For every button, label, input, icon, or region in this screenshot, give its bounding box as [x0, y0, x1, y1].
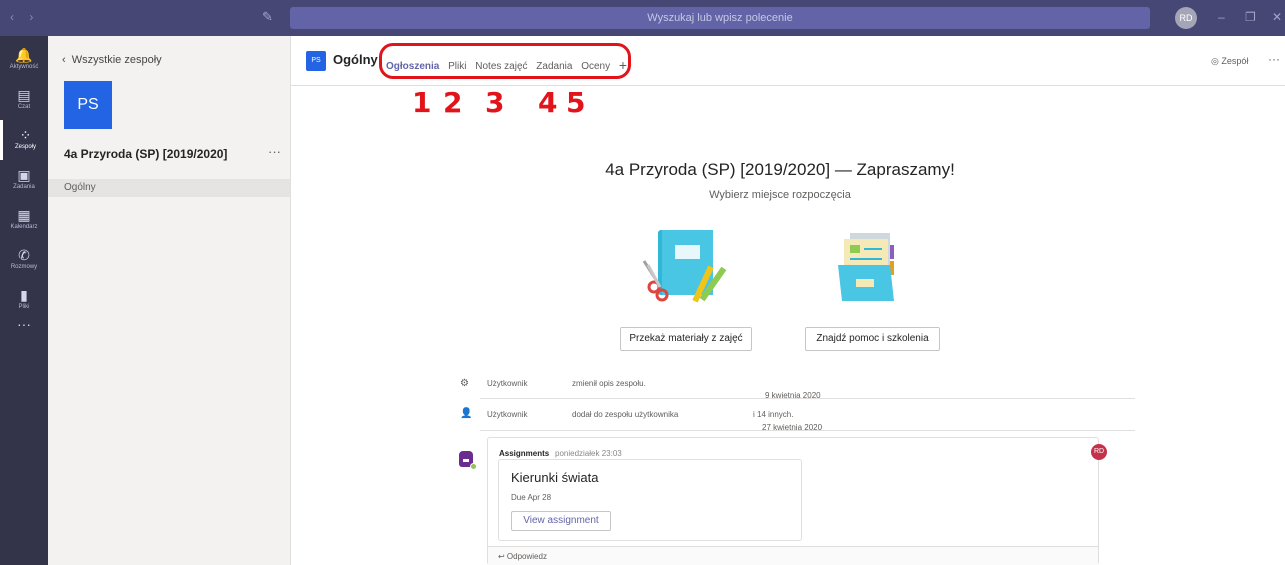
rail-item-label: Rozmowy	[10, 264, 38, 270]
activity-divider	[480, 430, 1135, 431]
help-illustration	[838, 233, 894, 301]
more-apps-icon[interactable]: ···	[0, 316, 48, 332]
rail-item-files[interactable]: ▮ Pliki	[0, 280, 48, 320]
files-icon: ▮	[20, 287, 28, 303]
assignment-due: Due Apr 28	[511, 493, 552, 502]
team-settings-icon: ⚙	[460, 378, 469, 389]
restore-button[interactable]: ❐	[1245, 10, 1256, 24]
rail-item-teams[interactable]: ⁘ Zespoły	[0, 120, 48, 160]
rail-item-label: Aktywność	[9, 64, 39, 70]
activity-extra[interactable]: i 14 innych.	[753, 410, 793, 419]
teams-icon: ⁘	[19, 127, 32, 143]
activity-action: zmienił opis zespołu.	[572, 379, 646, 388]
find-help-button[interactable]: Znajdź pomoc i szkolenia	[805, 327, 940, 351]
nav-arrows[interactable]: ‹ ›	[10, 10, 39, 24]
team-panel: ‹ Wszystkie zespoły PS 4a Przyroda (SP) …	[48, 36, 291, 565]
calendar-icon: ▦	[17, 207, 31, 223]
rail-item-label: Zadania	[13, 184, 35, 190]
header-more-icon[interactable]: ···	[1268, 52, 1280, 66]
add-user-icon: 👤	[460, 408, 473, 419]
annotation-4: 4	[538, 86, 558, 119]
rail-item-activity[interactable]: 🔔 Aktywność	[0, 40, 48, 80]
chat-icon: ▤	[17, 87, 31, 103]
phone-icon: ✆	[18, 247, 30, 263]
rail-item-label: Zespoły	[14, 144, 36, 150]
channel-item-general[interactable]: Ogólny	[48, 179, 290, 197]
assignments-icon: ▣	[17, 167, 31, 183]
rail-item-assignments[interactable]: ▣ Zadania	[0, 160, 48, 200]
chevron-left-icon: ‹	[62, 54, 66, 66]
back-to-teams-link[interactable]: ‹ Wszystkie zespoły	[62, 54, 162, 66]
channel-team-icon: PS	[306, 51, 326, 71]
post-time: poniedziałek 23:03	[555, 449, 622, 458]
rail-item-calendar[interactable]: ▦ Kalendarz	[0, 200, 48, 240]
assignments-bot-avatar	[457, 450, 477, 470]
compose-icon[interactable]: ✎	[262, 9, 273, 25]
annotation-oval	[379, 43, 631, 79]
rail-item-label: Kalendarz	[10, 224, 38, 230]
rail-item-calls[interactable]: ✆ Rozmowy	[0, 240, 48, 280]
bell-icon: 🔔	[15, 47, 33, 63]
class-materials-illustration	[642, 230, 727, 303]
activity-user[interactable]: Użytkownik	[487, 410, 527, 419]
reply-button[interactable]: ↩ Odpowiedz	[488, 546, 1098, 565]
rail-item-chat[interactable]: ▤ Czat	[0, 80, 48, 120]
assignment-post: Assignments poniedziałek 23:03 RD Kierun…	[487, 437, 1107, 565]
title-bar: ‹ › ✎ Wyszukaj lub wpisz polecenie RD – …	[0, 0, 1285, 36]
channel-title: Ogólny	[333, 52, 378, 67]
annotation-3: 3	[485, 86, 505, 119]
assignment-card: Kierunki świata Due Apr 28 View assignme…	[498, 459, 802, 541]
presence-dot	[470, 463, 477, 470]
app-rail: 🔔 Aktywność ▤ Czat ⁘ Zespoły ▣ Zadania ▦…	[0, 36, 48, 565]
team-tile: PS	[64, 81, 112, 129]
back-label: Wszystkie zespoły	[71, 54, 162, 66]
avatar[interactable]: RD	[1175, 7, 1197, 29]
activity-divider	[480, 398, 1135, 399]
minimize-button[interactable]: –	[1218, 10, 1225, 24]
rail-item-label: Pliki	[18, 304, 30, 310]
activity-user[interactable]: Użytkownik	[487, 379, 527, 388]
view-assignment-button[interactable]: View assignment	[511, 511, 611, 531]
close-button[interactable]: ✕	[1272, 10, 1282, 24]
annotation-1: 1	[412, 86, 432, 119]
header-divider	[291, 85, 1285, 86]
channel-header: PS Ogólny Ogłoszenia Pliki Notes zajęć Z…	[291, 36, 1285, 86]
upload-materials-button[interactable]: Przekaż materiały z zajęć	[620, 327, 752, 351]
welcome-section: 4a Przyroda (SP) [2019/2020] — Zapraszam…	[560, 160, 1000, 201]
annotation-2: 2	[443, 86, 463, 119]
activity-action: dodał do zespołu użytkownika	[572, 410, 679, 419]
welcome-title: 4a Przyroda (SP) [2019/2020] — Zapraszam…	[605, 160, 955, 179]
assignment-title: Kierunki świata	[511, 470, 599, 485]
welcome-subtitle: Wybierz miejsce rozpoczęcia	[709, 189, 851, 201]
annotation-5: 5	[566, 86, 586, 119]
team-button[interactable]: ◎ Zespół	[1211, 56, 1248, 67]
team-name: 4a Przyroda (SP) [2019/2020]	[64, 147, 228, 161]
rail-item-label: Czat	[17, 104, 31, 110]
post-author[interactable]: Assignments	[499, 449, 549, 458]
team-more-icon[interactable]: ···	[268, 144, 281, 159]
search-input[interactable]: Wyszukaj lub wpisz polecenie	[290, 7, 1150, 29]
reaction-avatar[interactable]: RD	[1091, 444, 1107, 460]
